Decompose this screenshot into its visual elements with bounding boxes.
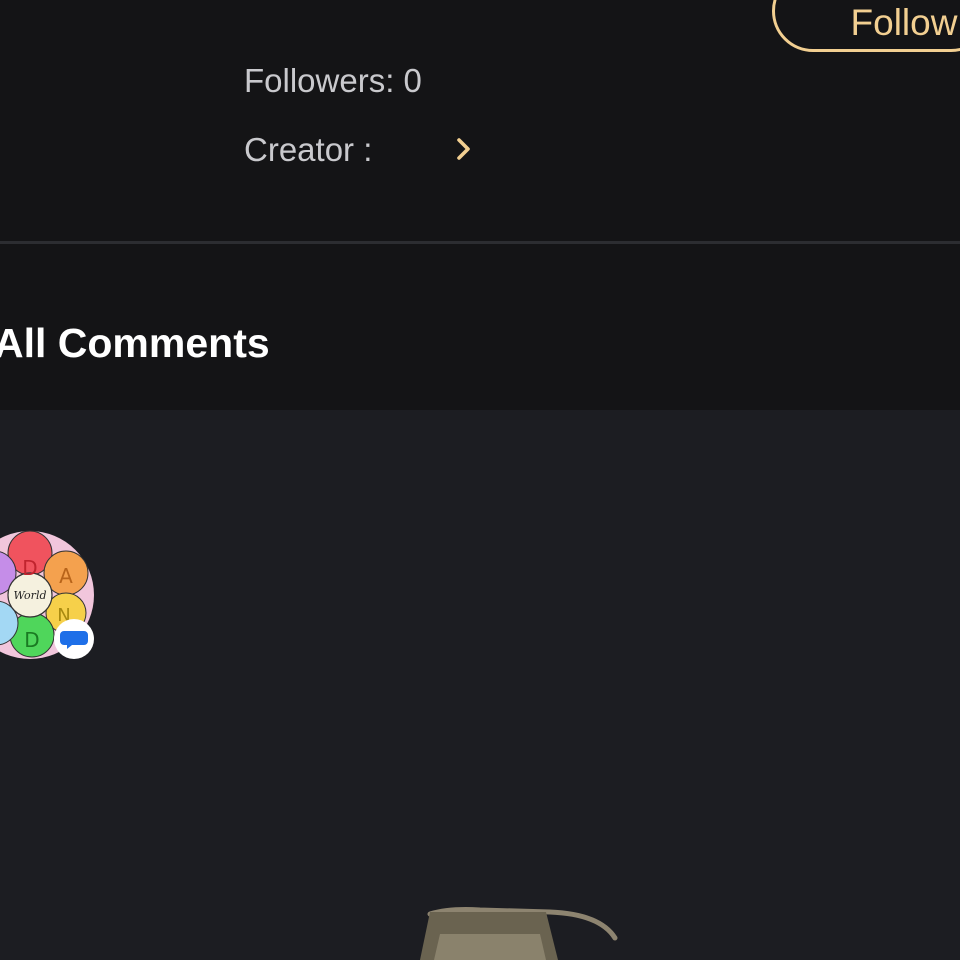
avatar-letter-2: A	[59, 564, 73, 588]
avatar-letter-1: D	[22, 556, 37, 580]
comments-title: All Comments	[0, 320, 270, 366]
chevron-right-icon	[457, 138, 470, 160]
avatar-center-text: World	[14, 589, 47, 602]
empty-comments-illustration	[420, 907, 618, 960]
comments-list	[0, 410, 960, 960]
avatar-letter-4: D	[24, 628, 39, 652]
creator-label: Creator :	[244, 131, 373, 168]
followers-count: Followers: 0	[244, 62, 422, 99]
creator-row[interactable]: Creator :	[244, 128, 484, 172]
chat-bubble-icon	[54, 619, 94, 659]
profile-section: Follow Followers: 0 Creator :	[0, 0, 960, 242]
page: Follow Followers: 0 Creator : All Commen…	[0, 0, 960, 960]
follow-button[interactable]: Follow	[772, 0, 960, 52]
comments-header: All Comments	[0, 244, 960, 410]
